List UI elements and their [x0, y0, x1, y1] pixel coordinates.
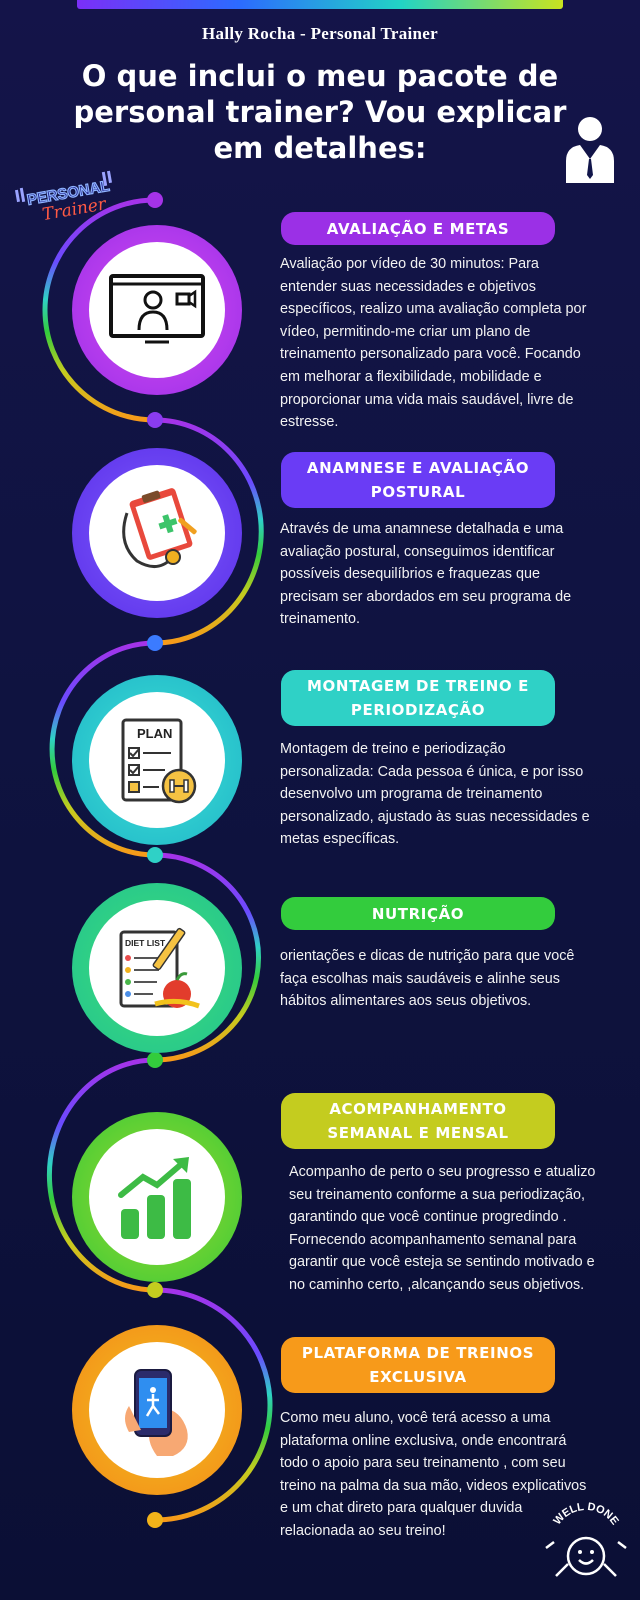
clipboard-stethoscope-icon	[122, 488, 197, 568]
well-done-label: WELL DONE	[551, 1502, 620, 1527]
diet-list-label: DIET LIST	[125, 938, 166, 948]
section-2-title: ANAMNESE E AVALIAÇÃO POSTURAL	[281, 452, 555, 508]
plan-checklist-icon: PLAN	[121, 718, 197, 804]
section-5-text: Acompanho de perto o seu progresso e atu…	[289, 1164, 596, 1293]
section-1-title: AVALIAÇÃO E METAS	[281, 212, 555, 245]
video-call-icon	[109, 274, 205, 344]
section-2-text: Através de uma anamnese detalhada e uma …	[280, 521, 572, 628]
section-5-circle	[72, 1112, 242, 1282]
section-5-title: ACOMPANHAMENTO SEMANAL E MENSAL	[281, 1093, 555, 1149]
phone-app-icon	[125, 1369, 188, 1456]
well-done-badge: WELL DONE	[545, 1502, 627, 1577]
growth-chart-icon	[118, 1157, 191, 1239]
section-2-circle	[72, 448, 242, 618]
section-1-text: Avaliação por vídeo de 30 minutos: Para …	[280, 256, 587, 431]
section-4-title: NUTRIÇÃO	[281, 897, 555, 930]
section-3-title: MONTAGEM DE TREINO E PERIODIZAÇÃO	[281, 670, 555, 726]
section-6-circle	[72, 1325, 242, 1495]
section-4-circle: DIET LIST	[72, 883, 242, 1053]
plan-label: PLAN	[137, 726, 172, 741]
section-3-circle: PLAN	[72, 675, 242, 845]
section-4-text: orientações e dicas de nutrição para que…	[280, 948, 575, 1010]
section-6-title: PLATAFORMA DE TREINOS EXCLUSIVA	[281, 1337, 555, 1393]
section-3-text: Montagem de treino e periodização person…	[280, 741, 590, 848]
section-1-circle	[72, 225, 242, 395]
diet-list-icon: DIET LIST	[119, 927, 200, 1009]
